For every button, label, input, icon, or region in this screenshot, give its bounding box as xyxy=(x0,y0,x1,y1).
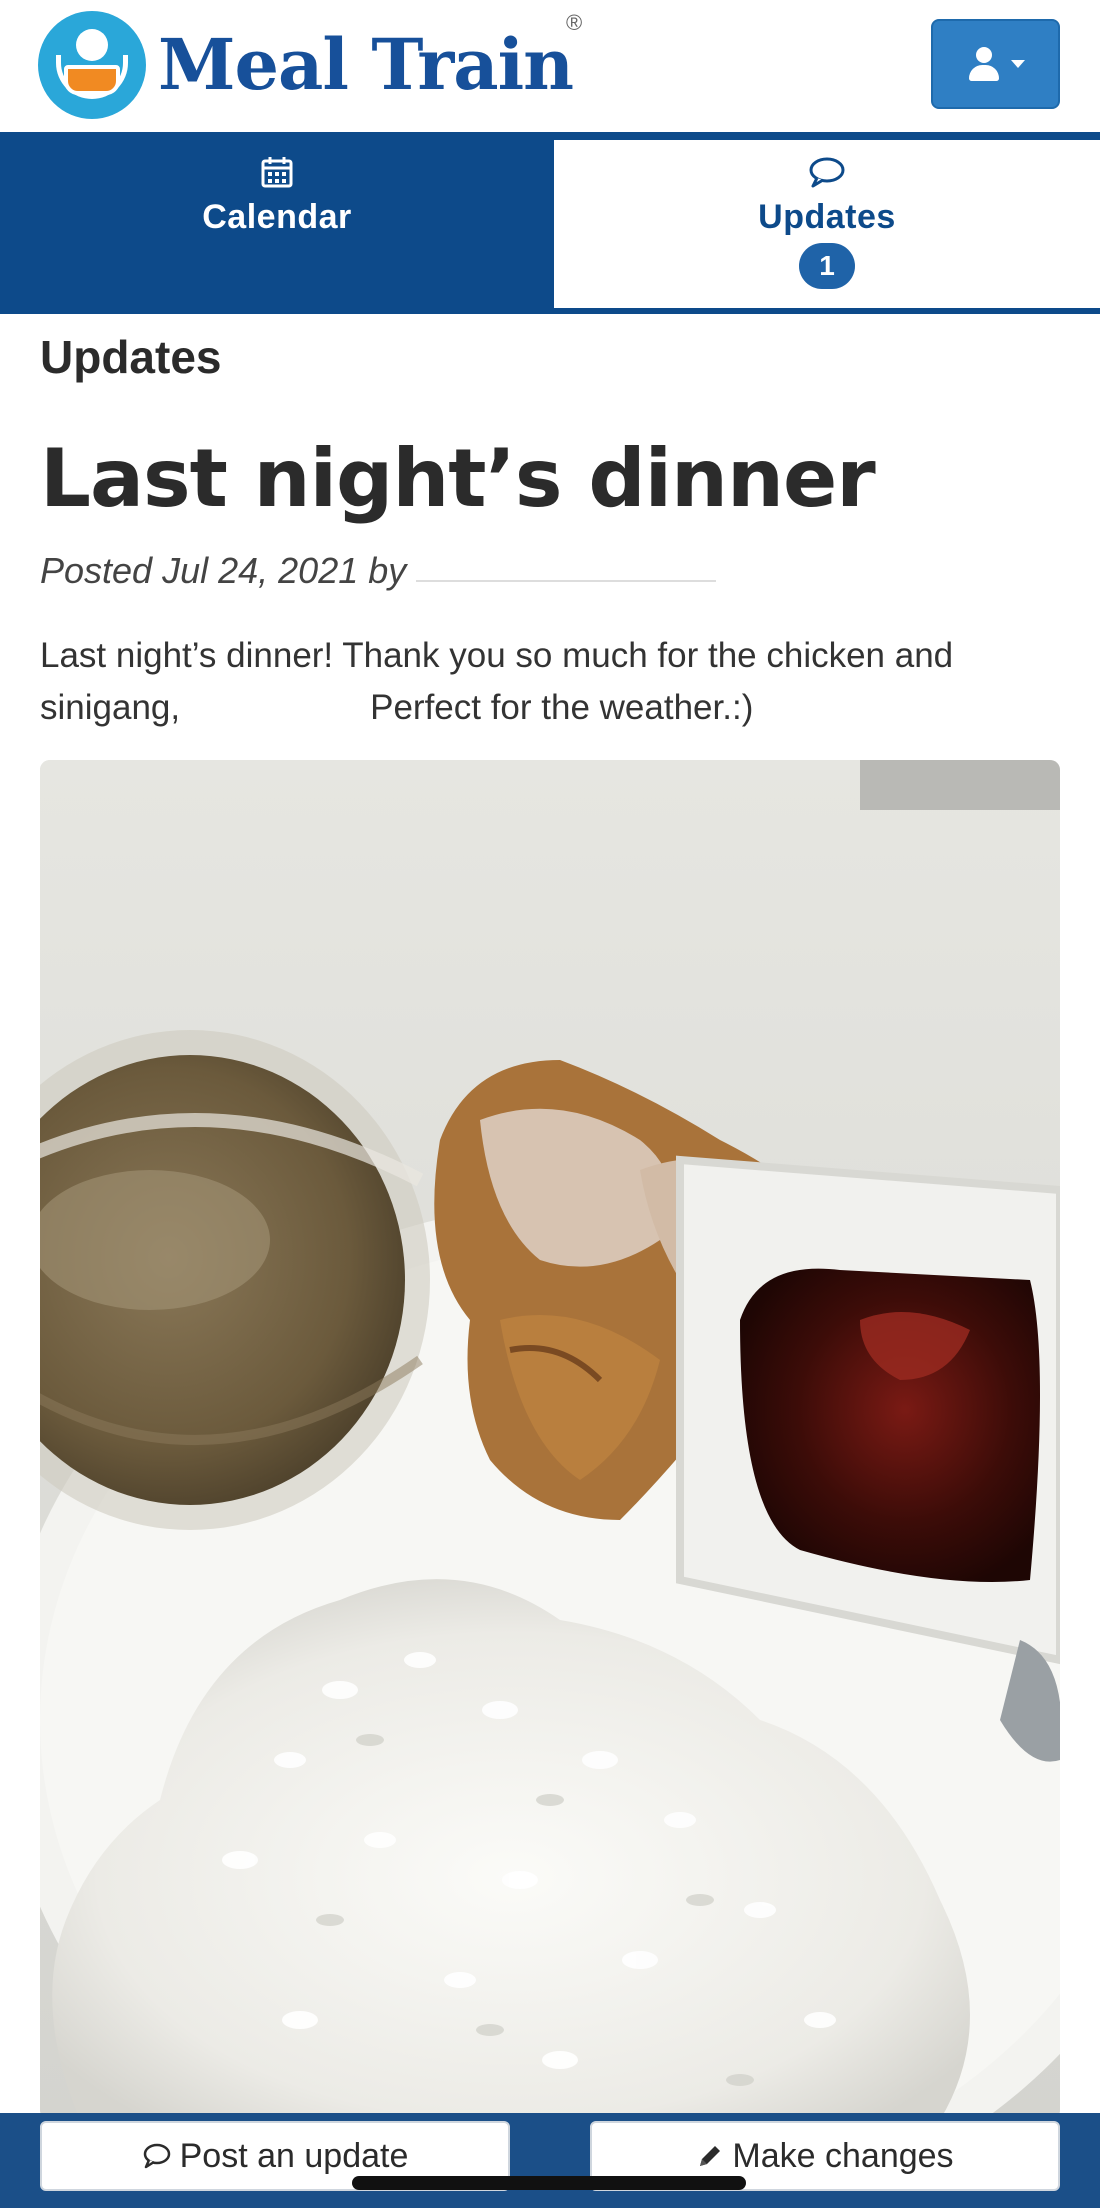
logo-mark-icon xyxy=(38,11,146,119)
redacted-author xyxy=(416,580,717,582)
chat-bubble-icon xyxy=(808,152,846,192)
account-menu-button[interactable] xyxy=(931,19,1060,109)
tab-calendar[interactable]: Calendar xyxy=(0,132,554,314)
chat-bubble-icon xyxy=(142,2142,172,2170)
post-update-label: Post an update xyxy=(179,2136,409,2175)
post-body: Last night’s dinner! Thank you so much f… xyxy=(40,630,1070,734)
post-title: Last night’s dinner xyxy=(40,432,876,525)
meal-train-logo[interactable]: Meal Train xyxy=(38,10,574,120)
redacted-name xyxy=(180,682,370,734)
app-header: Meal Train ® xyxy=(0,0,1100,132)
section-title: Updates xyxy=(40,331,222,383)
home-indicator xyxy=(352,2176,746,2190)
tab-calendar-label: Calendar xyxy=(202,198,352,236)
pencil-icon xyxy=(696,2142,724,2170)
post-photo[interactable] xyxy=(40,760,1060,2120)
post-meta: Posted Jul 24, 2021 by xyxy=(40,550,717,592)
post-body-line-2-start: sinigang, xyxy=(40,688,181,727)
tab-updates-label: Updates xyxy=(758,198,896,236)
user-icon xyxy=(967,47,1001,81)
logo-text: Meal Train xyxy=(158,23,574,106)
tab-updates[interactable]: Updates 1 xyxy=(554,140,1100,308)
caret-down-icon xyxy=(1010,60,1025,68)
bottom-action-bar: Post an update Make changes xyxy=(0,2113,1100,2208)
calendar-icon xyxy=(260,152,294,192)
updates-count-badge: 1 xyxy=(799,243,855,289)
post-body-line-1: Last night’s dinner! Thank you so much f… xyxy=(40,636,954,675)
post-body-line-2-end: Perfect for the weather.:) xyxy=(370,688,754,727)
post-meta-text: Posted Jul 24, 2021 by xyxy=(40,550,407,591)
registered-mark: ® xyxy=(566,10,583,35)
nav-tabs: Calendar Updates 1 xyxy=(0,132,1100,314)
make-changes-label: Make changes xyxy=(732,2136,954,2175)
